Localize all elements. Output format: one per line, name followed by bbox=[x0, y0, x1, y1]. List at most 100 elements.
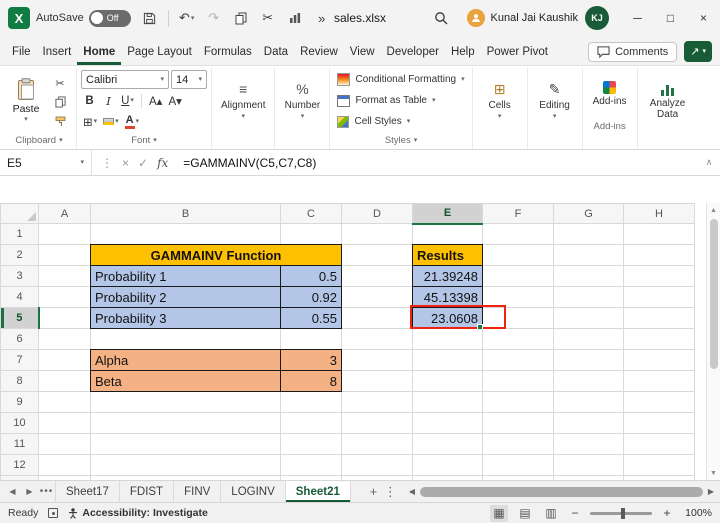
cell[interactable] bbox=[554, 308, 624, 329]
cell[interactable] bbox=[483, 476, 554, 481]
horizontal-scrollbar[interactable]: ◀ ▶ bbox=[409, 481, 714, 502]
tab-power-pivot[interactable]: Power Pivot bbox=[481, 40, 554, 65]
add-ins-button[interactable]: Add-ins bbox=[587, 69, 633, 119]
fill-handle[interactable] bbox=[477, 324, 483, 330]
cell[interactable] bbox=[281, 455, 342, 476]
cell[interactable] bbox=[91, 455, 281, 476]
cell[interactable] bbox=[281, 392, 342, 413]
scroll-down-icon[interactable]: ▼ bbox=[710, 466, 717, 480]
cell[interactable] bbox=[342, 329, 413, 350]
tab-formulas[interactable]: Formulas bbox=[198, 40, 258, 65]
autosave-toggle[interactable]: Off bbox=[89, 10, 131, 27]
cell[interactable] bbox=[413, 224, 483, 245]
cell[interactable] bbox=[342, 266, 413, 287]
normal-view-button[interactable]: ▦ bbox=[490, 505, 508, 522]
row-header-2[interactable]: 2 bbox=[1, 245, 39, 266]
comments-button[interactable]: Comments bbox=[588, 42, 677, 62]
cell[interactable] bbox=[39, 434, 91, 455]
editing-button[interactable]: ✎ Editing ▾ bbox=[532, 69, 578, 133]
cell-E2-results-title[interactable]: Results bbox=[413, 245, 483, 266]
tab-page-layout[interactable]: Page Layout bbox=[121, 40, 198, 65]
cell[interactable] bbox=[554, 287, 624, 308]
cut-button[interactable]: ✂ bbox=[50, 75, 70, 91]
font-color-button[interactable]: A▾ bbox=[123, 112, 141, 131]
cell-E3[interactable]: 21.39248 bbox=[413, 266, 483, 287]
cell-C5[interactable]: 0.55 bbox=[281, 308, 342, 329]
row-header-10[interactable]: 10 bbox=[1, 413, 39, 434]
scroll-up-icon[interactable]: ▲ bbox=[710, 203, 717, 217]
row-header-11[interactable]: 11 bbox=[1, 434, 39, 455]
row-header-5[interactable]: 5 bbox=[1, 308, 39, 329]
cell[interactable] bbox=[342, 413, 413, 434]
cell[interactable] bbox=[483, 308, 554, 329]
cell[interactable] bbox=[624, 308, 695, 329]
bold-button[interactable]: B bbox=[81, 91, 98, 110]
cell-styles-button[interactable]: Cell Styles▾ bbox=[334, 111, 467, 132]
sheet-nav-right-button[interactable]: ▶ bbox=[21, 481, 38, 502]
borders-button[interactable]: ⊞▾ bbox=[81, 112, 99, 131]
tab-review[interactable]: Review bbox=[294, 40, 344, 65]
cell[interactable] bbox=[624, 413, 695, 434]
page-break-view-button[interactable]: ▥ bbox=[542, 505, 560, 522]
cell[interactable] bbox=[342, 434, 413, 455]
column-header-E[interactable]: E bbox=[413, 204, 483, 224]
zoom-level[interactable]: 100% bbox=[682, 507, 712, 519]
sheet-tab-sheet17[interactable]: Sheet17 bbox=[55, 481, 120, 502]
underline-button[interactable]: U▾ bbox=[119, 91, 136, 110]
sheet-tab-loginv[interactable]: LOGINV bbox=[221, 481, 285, 502]
row-header-1[interactable]: 1 bbox=[1, 224, 39, 245]
cell[interactable] bbox=[554, 245, 624, 266]
zoom-slider[interactable] bbox=[590, 512, 652, 515]
cell[interactable] bbox=[39, 287, 91, 308]
quick-access-overflow-button[interactable]: » bbox=[310, 5, 334, 31]
cell[interactable] bbox=[342, 308, 413, 329]
row-header-7[interactable]: 7 bbox=[1, 350, 39, 371]
cell[interactable] bbox=[624, 350, 695, 371]
cell[interactable] bbox=[281, 329, 342, 350]
cell[interactable] bbox=[342, 371, 413, 392]
cell[interactable] bbox=[483, 413, 554, 434]
row-header-3[interactable]: 3 bbox=[1, 266, 39, 287]
cell[interactable] bbox=[483, 245, 554, 266]
cell[interactable] bbox=[91, 392, 281, 413]
select-all-button[interactable] bbox=[1, 204, 39, 224]
cell[interactable] bbox=[413, 455, 483, 476]
cell[interactable] bbox=[281, 476, 342, 481]
excel-logo-icon[interactable]: X bbox=[8, 7, 30, 29]
column-header-G[interactable]: G bbox=[554, 204, 624, 224]
cell[interactable] bbox=[413, 476, 483, 481]
formula-input[interactable]: =GAMMAINV(C5,C7,C8) bbox=[177, 150, 698, 175]
scroll-right-icon[interactable]: ▶ bbox=[708, 487, 714, 496]
scroll-left-icon[interactable]: ◀ bbox=[409, 487, 415, 496]
search-button[interactable] bbox=[429, 5, 453, 31]
collapse-formula-bar-button[interactable]: ∧ bbox=[698, 150, 720, 175]
cut-button[interactable]: ✂ bbox=[256, 5, 280, 31]
cell-B3[interactable]: Probability 1 bbox=[91, 266, 281, 287]
cell[interactable] bbox=[39, 224, 91, 245]
tab-help[interactable]: Help bbox=[445, 40, 481, 65]
cell-B4[interactable]: Probability 2 bbox=[91, 287, 281, 308]
cell[interactable] bbox=[39, 329, 91, 350]
cell[interactable] bbox=[342, 245, 413, 266]
cell[interactable] bbox=[624, 455, 695, 476]
user-avatar[interactable]: KJ bbox=[585, 6, 609, 30]
page-layout-view-button[interactable]: ▤ bbox=[516, 505, 534, 522]
column-header-F[interactable]: F bbox=[483, 204, 554, 224]
row-header-8[interactable]: 8 bbox=[1, 371, 39, 392]
cell[interactable] bbox=[342, 224, 413, 245]
cell-E4[interactable]: 45.13398 bbox=[413, 287, 483, 308]
save-button[interactable] bbox=[138, 5, 162, 31]
scrollbar-track[interactable] bbox=[417, 481, 706, 502]
format-painter-button[interactable] bbox=[50, 113, 70, 129]
font-name-select[interactable]: Calibri▾ bbox=[81, 70, 169, 89]
number-format-button[interactable]: % Number ▾ bbox=[279, 69, 325, 133]
cell[interactable] bbox=[342, 455, 413, 476]
cell[interactable] bbox=[39, 455, 91, 476]
cell[interactable] bbox=[91, 434, 281, 455]
increase-font-size-button[interactable]: A▴ bbox=[147, 91, 164, 110]
cell-B8[interactable]: Beta bbox=[91, 371, 281, 392]
close-button[interactable]: × bbox=[687, 0, 720, 36]
cell[interactable] bbox=[624, 224, 695, 245]
cell[interactable] bbox=[554, 371, 624, 392]
copy-button[interactable] bbox=[50, 94, 70, 110]
